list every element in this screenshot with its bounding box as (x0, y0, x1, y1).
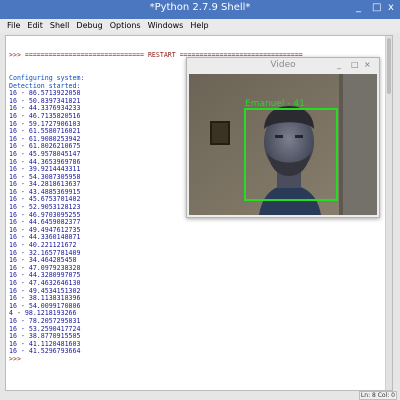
minimize-button[interactable]: _ (356, 2, 361, 13)
detection-line: 16 - 41.5296793664 (9, 347, 81, 356)
wall-frame (210, 121, 230, 145)
title-bar[interactable]: *Python 2.7.9 Shell* _ □ x (0, 0, 400, 19)
door-edge (339, 74, 377, 215)
menu-windows[interactable]: Windows (148, 21, 184, 30)
video-minimize-button[interactable]: _ (337, 60, 341, 69)
menu-shell[interactable]: Shell (50, 21, 70, 30)
video-title-bar[interactable]: Video _ □ × (187, 58, 379, 73)
scrollbar-thumb[interactable] (387, 38, 391, 94)
video-close-button[interactable]: × (364, 60, 371, 69)
menu-debug[interactable]: Debug (76, 21, 102, 30)
video-maximize-button[interactable]: □ (351, 60, 359, 69)
camera-feed-image: Emanuel - 41 (189, 74, 377, 215)
video-window[interactable]: Video _ □ × Emanuel - 41 (186, 57, 380, 218)
menu-bar: File Edit Shell Debug Options Windows Help (0, 19, 400, 33)
status-bar: Ln: 8 Col: 0 (0, 391, 400, 400)
window-title: *Python 2.7.9 Shell* (149, 2, 251, 13)
maximize-button[interactable]: □ (372, 2, 381, 13)
door-frame (339, 74, 343, 215)
right-eye (295, 135, 303, 138)
menu-help[interactable]: Help (190, 21, 208, 30)
cursor-position: Ln: 8 Col: 0 (358, 391, 397, 400)
menu-options[interactable]: Options (110, 21, 141, 30)
camera-feed: Emanuel - 41 (189, 74, 377, 215)
shell-prompt: >>> (9, 354, 21, 363)
vertical-scrollbar[interactable] (385, 36, 392, 390)
left-eye (275, 135, 283, 138)
menu-edit[interactable]: Edit (27, 21, 43, 30)
menu-file[interactable]: File (7, 21, 20, 30)
close-button[interactable]: x (388, 2, 394, 13)
face-label: Emanuel - 41 (245, 99, 305, 109)
